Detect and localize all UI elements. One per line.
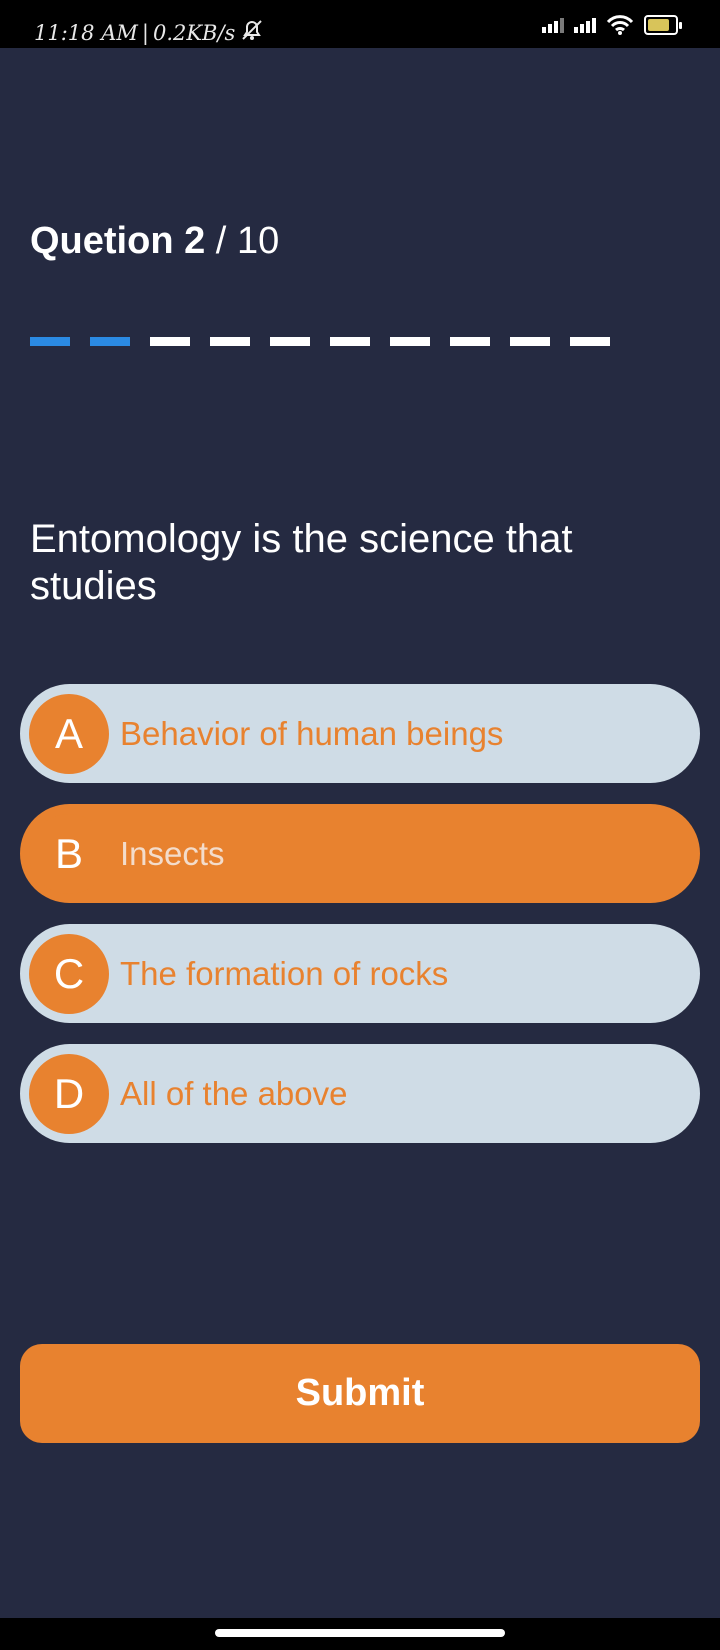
- progress-segment: [90, 337, 130, 346]
- signal-icon: [574, 17, 596, 33]
- answer-option-c[interactable]: C The formation of rocks: [20, 924, 700, 1023]
- status-left: 11:18 AM | 0.2KB/s: [34, 18, 265, 47]
- navigation-bar: [0, 1618, 720, 1650]
- progress-segment: [450, 337, 490, 346]
- option-label: Insects: [120, 834, 225, 872]
- status-bar: 11:18 AM | 0.2KB/s: [0, 0, 720, 48]
- alarm-off-icon: [239, 18, 265, 47]
- question-current: 2: [184, 220, 206, 262]
- question-text: Entomology is the science that studies: [30, 517, 573, 608]
- progress-segment: [150, 337, 190, 346]
- option-letter: B: [29, 814, 109, 894]
- home-indicator[interactable]: [215, 1629, 505, 1637]
- progress-segment: [30, 337, 70, 346]
- progress-indicator: [30, 337, 610, 346]
- status-time: 11:18 AM: [34, 20, 138, 45]
- signal-icon: [542, 17, 564, 33]
- progress-segment: [390, 337, 430, 346]
- option-label: Behavior of human beings: [120, 714, 504, 752]
- question-total: 10: [236, 220, 280, 262]
- question-counter: Quetion 2 / 10: [30, 220, 279, 263]
- network-speed: 0.2KB/s: [152, 20, 236, 45]
- status-right: [542, 14, 682, 36]
- progress-segment: [510, 337, 550, 346]
- option-letter: A: [29, 694, 109, 774]
- battery-charging-icon: [644, 15, 682, 35]
- wifi-icon: [606, 15, 634, 35]
- progress-segment: [330, 337, 370, 346]
- question-label: Quetion: [30, 220, 174, 262]
- answer-option-d[interactable]: D All of the above: [20, 1044, 700, 1143]
- progress-segment: [270, 337, 310, 346]
- answer-option-b[interactable]: B Insects: [20, 804, 700, 903]
- answer-option-a[interactable]: A Behavior of human beings: [20, 684, 700, 783]
- options-list: A Behavior of human beings B Insects C The fo…: [20, 684, 700, 1164]
- question-separator: /: [205, 220, 237, 262]
- option-label: The formation of rocks: [120, 954, 449, 992]
- battery-level: [648, 19, 669, 31]
- option-letter: D: [29, 1054, 109, 1134]
- status-separator: |: [141, 20, 149, 45]
- option-letter: C: [29, 934, 109, 1014]
- progress-segment: [210, 337, 250, 346]
- progress-segment: [570, 337, 610, 346]
- submit-button[interactable]: Submit: [20, 1344, 700, 1443]
- option-label: All of the above: [120, 1074, 348, 1112]
